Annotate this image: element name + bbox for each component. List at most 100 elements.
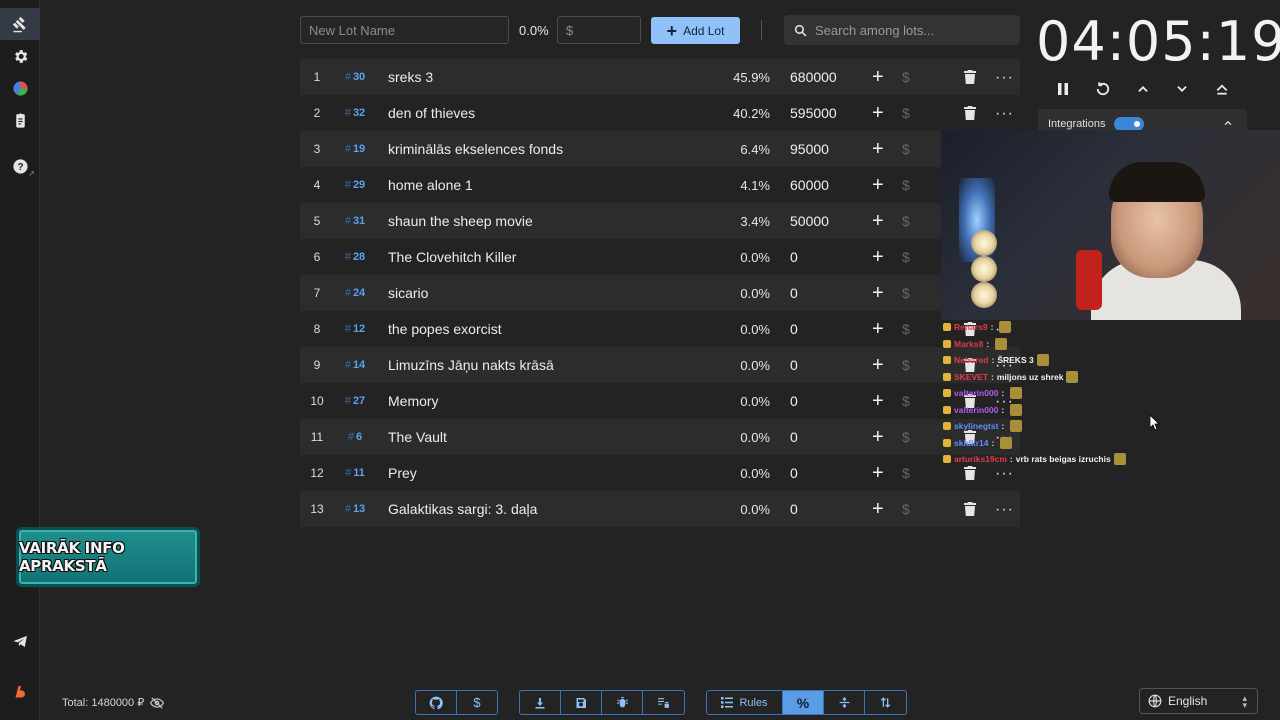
- lot-name[interactable]: The Vault: [388, 429, 447, 445]
- lot-name[interactable]: Limuzīns Jāņu nakts krāsā: [388, 357, 554, 373]
- lot-row[interactable]: 7 #24 sicario 0.0% 0 + $ ···: [300, 275, 1020, 311]
- report-bug-button[interactable]: [602, 691, 643, 714]
- lot-id[interactable]: #27: [340, 395, 370, 407]
- double-time-button[interactable]: [1204, 75, 1240, 103]
- lot-id[interactable]: #32: [340, 107, 370, 119]
- donation-dollar-icon[interactable]: $: [902, 321, 910, 337]
- eye-off-icon[interactable]: [150, 696, 165, 709]
- clear-lots-button[interactable]: [643, 691, 684, 714]
- search-box[interactable]: [784, 15, 1020, 45]
- add-amount-button[interactable]: +: [872, 175, 884, 195]
- donation-dollar-icon[interactable]: $: [902, 177, 910, 193]
- lot-amount[interactable]: 0: [790, 321, 798, 337]
- lot-name[interactable]: Prey: [388, 465, 417, 481]
- percent-toggle-button[interactable]: %: [783, 691, 824, 714]
- lot-row[interactable]: 1 #30 sreks 3 45.9% 680000 + $ ···: [300, 59, 1020, 95]
- lot-row[interactable]: 9 #14 Limuzīns Jāņu nakts krāsā 0.0% 0 +…: [300, 347, 1020, 383]
- lot-amount[interactable]: 595000: [790, 105, 837, 121]
- lot-row[interactable]: 5 #31 shaun the sheep movie 3.4% 50000 +…: [300, 203, 1020, 239]
- lot-name[interactable]: kriminālās ekselences fonds: [388, 141, 563, 157]
- donation-dollar-icon[interactable]: $: [902, 249, 910, 265]
- lot-id[interactable]: #13: [340, 503, 370, 515]
- more-options-button[interactable]: ···: [995, 502, 1014, 518]
- add-amount-button[interactable]: +: [872, 283, 884, 303]
- lot-row[interactable]: 4 #29 home alone 1 4.1% 60000 + $ ···: [300, 167, 1020, 203]
- lot-row[interactable]: 12 #11 Prey 0.0% 0 + $ ···: [300, 455, 1020, 491]
- donation-dollar-icon[interactable]: $: [902, 69, 910, 85]
- lot-name[interactable]: Memory: [388, 393, 439, 409]
- lot-amount[interactable]: 0: [790, 249, 798, 265]
- new-lot-name-input[interactable]: [300, 16, 509, 44]
- delete-lot-button[interactable]: [964, 106, 976, 120]
- more-options-button[interactable]: ···: [995, 70, 1014, 86]
- lot-amount[interactable]: 60000: [790, 177, 829, 193]
- lot-id[interactable]: #19: [340, 143, 370, 155]
- donation-dollar-icon[interactable]: $: [902, 285, 910, 301]
- lot-id[interactable]: #14: [340, 359, 370, 371]
- lot-amount[interactable]: 95000: [790, 141, 829, 157]
- lot-row[interactable]: 13 #13 Galaktikas sargi: 3. daļa 0.0% 0 …: [300, 491, 1020, 527]
- lot-amount[interactable]: 0: [790, 501, 798, 517]
- pause-button[interactable]: [1045, 75, 1081, 103]
- sidebar-item-telegram[interactable]: [0, 625, 40, 657]
- lot-id[interactable]: #11: [340, 467, 370, 479]
- add-amount-button[interactable]: +: [872, 67, 884, 87]
- donate-button[interactable]: $: [457, 691, 497, 714]
- delete-lot-button[interactable]: [964, 466, 976, 480]
- lot-row[interactable]: 11 #6 The Vault 0.0% 0 + $ ···: [300, 419, 1020, 455]
- language-select[interactable]: English ▴ ▾: [1139, 688, 1258, 714]
- donation-dollar-icon[interactable]: $: [902, 465, 910, 481]
- lot-id[interactable]: #24: [340, 287, 370, 299]
- sidebar-item-help[interactable]: ? ↗: [0, 150, 40, 182]
- lot-name[interactable]: home alone 1: [388, 177, 473, 193]
- sidebar-item-boosty[interactable]: [0, 676, 40, 708]
- lot-name[interactable]: shaun the sheep movie: [388, 213, 533, 229]
- donation-dollar-icon[interactable]: $: [902, 393, 910, 409]
- add-amount-button[interactable]: +: [872, 463, 884, 483]
- new-lot-amount-input[interactable]: [557, 16, 641, 44]
- donation-dollar-icon[interactable]: $: [902, 501, 910, 517]
- lot-amount[interactable]: 50000: [790, 213, 829, 229]
- compact-view-button[interactable]: [824, 691, 865, 714]
- lot-amount[interactable]: 0: [790, 429, 798, 445]
- delete-lot-button[interactable]: [964, 502, 976, 516]
- github-button[interactable]: [416, 691, 457, 714]
- chevron-up-icon[interactable]: [1223, 118, 1233, 128]
- lot-name[interactable]: sicario: [388, 285, 428, 301]
- more-options-button[interactable]: ···: [995, 106, 1014, 122]
- lot-row[interactable]: 2 #32 den of thieves 40.2% 595000 + $ ··…: [300, 95, 1020, 131]
- add-amount-button[interactable]: +: [872, 319, 884, 339]
- integrations-toggle[interactable]: [1114, 117, 1144, 131]
- download-button[interactable]: [520, 691, 561, 714]
- donation-dollar-icon[interactable]: $: [902, 105, 910, 121]
- save-button[interactable]: [561, 691, 602, 714]
- add-lot-button[interactable]: + Add Lot: [651, 17, 740, 44]
- add-time-button[interactable]: [1125, 75, 1161, 103]
- add-amount-button[interactable]: +: [872, 139, 884, 159]
- lot-amount[interactable]: 0: [790, 357, 798, 373]
- lot-amount[interactable]: 0: [790, 285, 798, 301]
- lot-name[interactable]: sreks 3: [388, 69, 433, 85]
- donation-dollar-icon[interactable]: $: [902, 357, 910, 373]
- sidebar-item-auction[interactable]: [0, 8, 40, 40]
- lot-row[interactable]: 10 #27 Memory 0.0% 0 + $ ···: [300, 383, 1020, 419]
- donation-dollar-icon[interactable]: $: [902, 429, 910, 445]
- lot-id[interactable]: #29: [340, 179, 370, 191]
- sidebar-item-history[interactable]: [0, 104, 40, 136]
- add-amount-button[interactable]: +: [872, 355, 884, 375]
- subtract-time-button[interactable]: [1164, 75, 1200, 103]
- lot-id[interactable]: #28: [340, 251, 370, 263]
- donation-dollar-icon[interactable]: $: [902, 213, 910, 229]
- lot-id[interactable]: #31: [340, 215, 370, 227]
- donation-dollar-icon[interactable]: $: [902, 141, 910, 157]
- lot-row[interactable]: 8 #12 the popes exorcist 0.0% 0 + $ ···: [300, 311, 1020, 347]
- lot-amount[interactable]: 680000: [790, 69, 837, 85]
- lot-row[interactable]: 6 #28 The Clovehitch Killer 0.0% 0 + $ ·…: [300, 239, 1020, 275]
- lot-name[interactable]: Galaktikas sargi: 3. daļa: [388, 501, 537, 517]
- add-amount-button[interactable]: +: [872, 391, 884, 411]
- lot-name[interactable]: den of thieves: [388, 105, 475, 121]
- sidebar-item-settings[interactable]: [0, 40, 40, 72]
- search-input[interactable]: [815, 22, 1005, 38]
- lot-id[interactable]: #6: [340, 431, 370, 443]
- delete-lot-button[interactable]: [964, 70, 976, 84]
